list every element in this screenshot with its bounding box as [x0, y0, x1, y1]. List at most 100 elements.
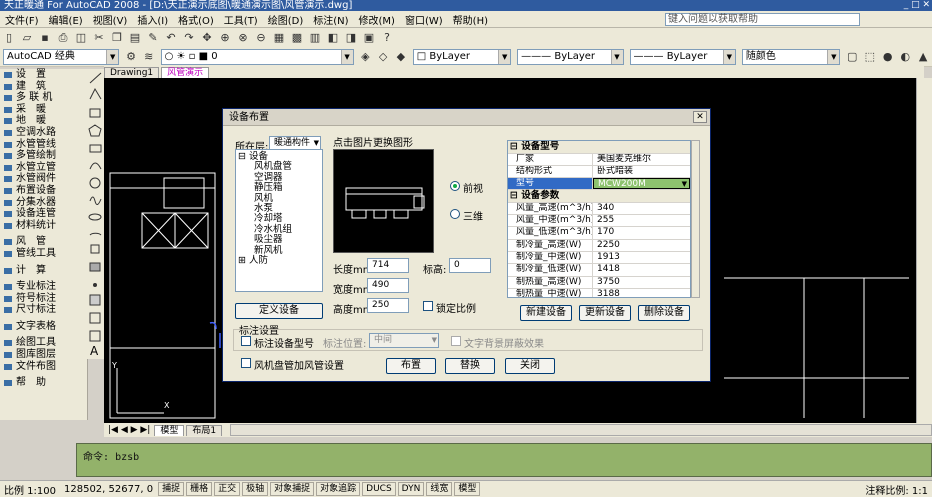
tab-layout1[interactable]: 布局1	[186, 424, 223, 436]
window-controls[interactable]: _ □ ✕	[904, 0, 930, 11]
left-menu-item[interactable]: 计 算	[0, 265, 87, 277]
property-grid-scrollbar[interactable]	[691, 140, 700, 298]
left-menu-item[interactable]: 水管立管	[0, 162, 87, 174]
zoom-window-icon[interactable]: ⊗	[235, 30, 251, 46]
close-button[interactable]: 关闭	[505, 358, 555, 374]
menu-help[interactable]: 帮助(H)	[448, 12, 493, 27]
print-icon[interactable]: ⎙	[55, 30, 71, 46]
left-menu-item[interactable]: 设 置	[0, 69, 87, 81]
place-button[interactable]: 布置	[386, 358, 436, 374]
make-current-icon[interactable]: ◈	[358, 49, 374, 65]
box-icon[interactable]: ▢	[844, 49, 860, 65]
property-row[interactable]: 制热量_中速(W) 3188	[508, 288, 690, 297]
front-view-radio[interactable]	[450, 181, 460, 191]
calculator-icon[interactable]: ▣	[361, 30, 377, 46]
layer-select[interactable]: ○ ☀ ▫ ■ 0 ▼	[160, 48, 354, 65]
model-toggle[interactable]: 模型	[454, 482, 481, 496]
menu-format[interactable]: 格式(O)	[173, 12, 219, 27]
properties-icon[interactable]: ▦	[271, 30, 287, 46]
left-menu-item[interactable]: 绘图工具	[0, 337, 87, 349]
undo-icon[interactable]: ↶	[163, 30, 179, 46]
property-row[interactable]: 制热量_高速(W) 3750	[508, 276, 690, 289]
left-menu-item[interactable]: 文件布图	[0, 361, 87, 373]
design-center-icon[interactable]: ▩	[289, 30, 305, 46]
open-file-icon[interactable]: ▱	[19, 30, 35, 46]
tree-node-civil-defense[interactable]: ⊞ 人防	[238, 255, 320, 266]
left-menu-item[interactable]: 帮 助	[0, 377, 87, 389]
left-menu-item[interactable]: 建 筑	[0, 81, 87, 93]
color-select[interactable]: □ ByLayer ▼	[412, 48, 512, 65]
ortho-toggle[interactable]: 正交	[214, 482, 241, 496]
left-menu-item[interactable]: 多管绘制	[0, 150, 87, 162]
equipment-preview[interactable]	[333, 149, 434, 253]
left-menu-item[interactable]: 空调水路	[0, 127, 87, 139]
tab-nav-icons[interactable]: |◀ ◀ ▶ ▶|	[104, 425, 154, 435]
layer-previous-icon[interactable]: ◇	[375, 49, 391, 65]
layer-manager-icon[interactable]: ≋	[141, 49, 157, 65]
fcu-duct-checkbox[interactable]	[241, 358, 251, 368]
draw-tool-icons[interactable]: A	[87, 69, 104, 359]
cut-icon[interactable]: ✂	[91, 30, 107, 46]
3d-view-radio[interactable]	[450, 209, 460, 219]
height-input[interactable]: 250	[367, 298, 409, 313]
left-menu-item[interactable]: 多 联 机	[0, 92, 87, 104]
model-row[interactable]: 型号 MCW200M ▼	[508, 178, 690, 191]
lineweight-select[interactable]: ——— ByLayer ▼	[629, 48, 736, 65]
snap-toggle[interactable]: 捕捉	[158, 482, 185, 496]
match-prop-icon[interactable]: ✎	[145, 30, 161, 46]
copy-icon[interactable]: ❐	[109, 30, 125, 46]
left-menu-item[interactable]: 分集水器	[0, 197, 87, 209]
zoom-previous-icon[interactable]: ⊖	[253, 30, 269, 46]
help-search-input[interactable]: 键入问题以获取帮助	[665, 13, 860, 26]
left-menu-item[interactable]: 管线工具	[0, 248, 87, 260]
left-menu-item[interactable]: 专业标注	[0, 281, 87, 293]
cone-icon[interactable]: ▲	[915, 49, 931, 65]
group-model[interactable]: ⊟ 设备型号	[508, 141, 690, 154]
close-icon[interactable]: ✕	[693, 111, 707, 123]
workspace-settings-icon[interactable]: ⚙	[123, 49, 139, 65]
save-icon[interactable]: ▪	[37, 30, 53, 46]
left-menu-item[interactable]: 风 管	[0, 236, 87, 248]
sphere-icon[interactable]: ●	[880, 49, 896, 65]
annotate-model-checkbox[interactable]	[241, 336, 251, 346]
tree-node[interactable]: 静压箱	[238, 182, 320, 193]
pan-icon[interactable]: ✥	[199, 30, 215, 46]
menu-modify[interactable]: 修改(M)	[354, 12, 400, 27]
horizontal-scrollbar[interactable]	[230, 424, 932, 436]
scale-readout[interactable]: 比例 1:100	[0, 482, 60, 497]
linetype-select[interactable]: ——— ByLayer ▼	[517, 48, 624, 65]
left-menu-item[interactable]: 材料统计	[0, 220, 87, 232]
ducs-toggle[interactable]: DUCS	[362, 482, 396, 496]
update-equipment-button[interactable]: 更新设备	[579, 305, 631, 321]
property-row[interactable]: 制冷量_低速(W) 1418	[508, 264, 690, 277]
menu-window[interactable]: 窗口(W)	[400, 12, 448, 27]
left-menu-item[interactable]: 文字表格	[0, 321, 87, 333]
zoom-realtime-icon[interactable]: ⊕	[217, 30, 233, 46]
lock-ratio-checkbox[interactable]	[423, 301, 433, 311]
tree-node[interactable]: 风机	[238, 193, 320, 204]
left-menu-item[interactable]: 符号标注	[0, 293, 87, 305]
redo-icon[interactable]: ↷	[181, 30, 197, 46]
menu-view[interactable]: 视图(V)	[88, 12, 133, 27]
layer-state-icon[interactable]: ◆	[393, 49, 409, 65]
tab-model[interactable]: 模型	[154, 424, 185, 436]
cube-icon[interactable]: ⬚	[862, 49, 878, 65]
property-row[interactable]: 风量_中速(m^3/h) 255	[508, 215, 690, 228]
left-menu-item[interactable]: 地 暖	[0, 115, 87, 127]
left-menu-item[interactable]: 设备连管	[0, 208, 87, 220]
menu-dimension[interactable]: 标注(N)	[308, 12, 353, 27]
model-dropdown[interactable]: MCW200M ▼	[593, 178, 690, 190]
polar-toggle[interactable]: 极轴	[242, 482, 269, 496]
new-equipment-button[interactable]: 新建设备	[520, 305, 572, 321]
command-line[interactable]: 命令: bzsb	[76, 443, 932, 477]
property-row[interactable]: 制冷量_高速(W) 2250	[508, 239, 690, 253]
workspace-select[interactable]: AutoCAD 经典 ▼	[3, 48, 120, 65]
otrack-toggle[interactable]: 对象追踪	[316, 482, 361, 496]
plotstyle-select[interactable]: 随颜色 ▼	[741, 48, 841, 65]
delete-equipment-button[interactable]: 删除设备	[638, 305, 690, 321]
left-menu-item[interactable]: 水管管线	[0, 139, 87, 151]
left-menu-item[interactable]: 布置设备	[0, 185, 87, 197]
elevation-input[interactable]: 0	[449, 258, 491, 273]
menu-tools[interactable]: 工具(T)	[219, 12, 263, 27]
equipment-property-grid[interactable]: ⊟ 设备型号 厂家 美国麦克维尔 结构形式 卧式暗装 型号 MCW200M ▼ ⊟ 设备…	[507, 140, 691, 298]
